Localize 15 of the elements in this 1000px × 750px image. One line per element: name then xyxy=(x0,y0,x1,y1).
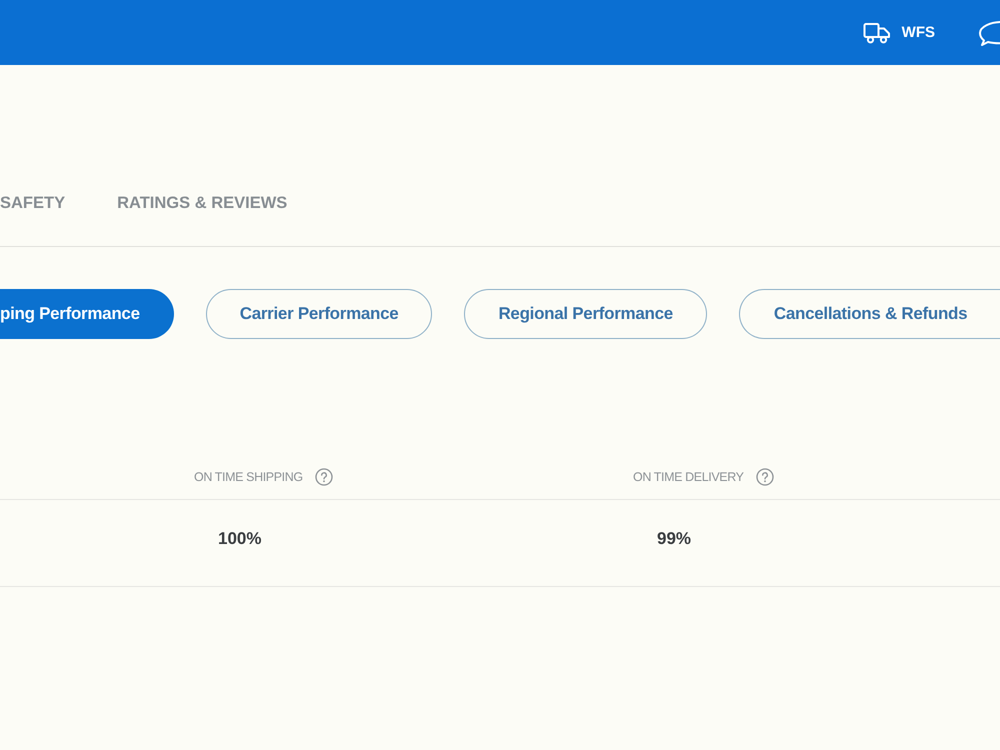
help-icon[interactable] xyxy=(756,468,774,486)
wfs-link[interactable]: WFS xyxy=(862,22,935,44)
metric-value: 100% xyxy=(218,528,262,550)
filter-tab[interactable]: Cancellations & Refunds xyxy=(738,289,1000,339)
metric-value: 99% xyxy=(657,528,692,550)
nav-tab[interactable]: SAFETY xyxy=(0,187,66,222)
filter-tab[interactable]: ping Performance xyxy=(0,289,174,339)
column-header: ON TIME SHIPPING xyxy=(194,470,303,484)
nav-tab[interactable]: RATINGS & REVIEWS xyxy=(117,187,288,222)
filter-tab[interactable]: Carrier Performance xyxy=(206,289,432,339)
truck-icon xyxy=(862,22,891,44)
column-header: ON TIME DELIVERY xyxy=(633,470,744,484)
filter-tab[interactable]: Regional Performance xyxy=(464,289,707,339)
help-icon[interactable] xyxy=(314,468,333,486)
chat-icon[interactable] xyxy=(978,20,1000,46)
